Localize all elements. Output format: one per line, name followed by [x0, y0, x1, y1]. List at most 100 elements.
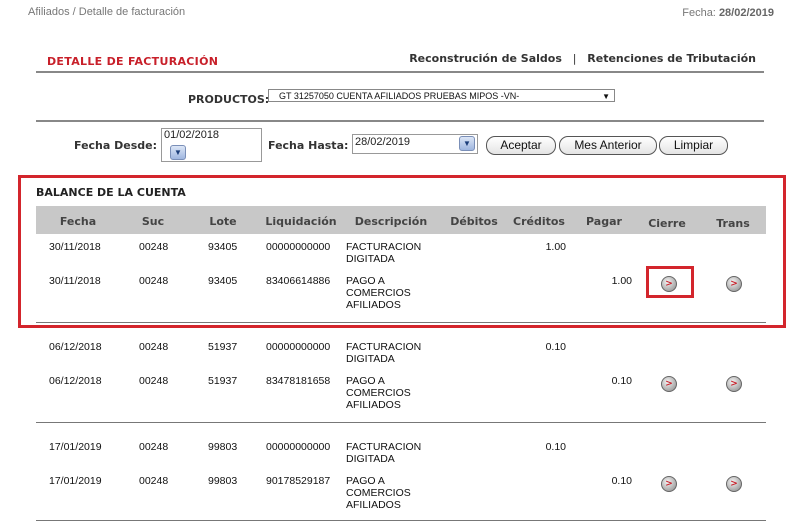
descripcion-line: COMERCIOS [346, 287, 411, 299]
top-links: Reconstrución de Saldos | Retenciones de… [409, 52, 756, 65]
cell-lote: 93405 [208, 275, 238, 287]
descripcion-line: DIGITADA [346, 453, 395, 465]
descripcion-line: PAGO A [346, 275, 385, 287]
descripcion-line: PAGO A [346, 475, 385, 487]
cell-descripcion: FACTURACION DIGITADA [346, 241, 436, 265]
chevron-down-icon: ▼ [602, 92, 610, 101]
fecha-desde-field[interactable]: 01/02/2018 ▼ [161, 128, 262, 162]
title-divider [36, 71, 764, 73]
cell-pagar: 0.10 [611, 375, 632, 387]
retenciones-tributacion-link[interactable]: Retenciones de Tributación [587, 52, 756, 65]
cell-lote: 99803 [208, 475, 238, 487]
chevron-down-icon: ▼ [174, 148, 182, 157]
cell-suc: 00248 [139, 375, 169, 387]
cell-fecha: 30/11/2018 [49, 241, 101, 253]
col-cierre: Cierre [648, 217, 686, 230]
cell-suc: 00248 [139, 341, 169, 353]
cell-suc: 00248 [139, 475, 169, 487]
cell-creditos: 1.00 [545, 241, 566, 253]
trans-button[interactable]: > [726, 476, 742, 492]
aceptar-button[interactable]: Aceptar [486, 136, 556, 155]
col-pagar: Pagar [586, 215, 622, 228]
row-separator [36, 322, 766, 323]
cell-fecha: 17/01/2019 [49, 441, 102, 453]
descripcion-line: COMERCIOS [346, 387, 411, 399]
cell-lote: 51937 [208, 341, 238, 353]
cell-fecha: 06/12/2018 [49, 341, 102, 353]
breadcrumb: Afiliados / Detalle de facturación [28, 6, 186, 18]
productos-label: PRODUCTOS: [188, 93, 270, 106]
cell-descripcion: FACTURACION DIGITADA [346, 341, 436, 365]
col-fecha: Fecha [59, 215, 97, 228]
row-separator [36, 520, 766, 521]
descripcion-line: DIGITADA [346, 353, 395, 365]
cell-fecha: 30/11/2018 [49, 275, 101, 287]
descripcion-line: DIGITADA [346, 253, 395, 265]
cell-liquidacion: 00000000000 [266, 241, 331, 253]
cell-pagar: 1.00 [611, 275, 632, 287]
productos-divider [36, 120, 764, 122]
fecha-hasta-dropdown-button[interactable]: ▼ [459, 136, 475, 151]
cierre-highlight-frame [646, 266, 694, 298]
cell-lote: 93405 [208, 241, 238, 253]
cell-creditos: 0.10 [545, 441, 566, 453]
trans-button[interactable]: > [726, 276, 742, 292]
reconstruccion-saldos-link[interactable]: Reconstrución de Saldos [409, 52, 562, 65]
descripcion-line: FACTURACION [346, 341, 422, 353]
descripcion-line: AFILIADOS [346, 499, 401, 511]
cell-pagar: 0.10 [611, 475, 632, 487]
cell-suc: 00248 [139, 241, 169, 253]
row-separator [36, 422, 766, 423]
descripcion-line: FACTURACION [346, 241, 422, 253]
fecha-hasta-label: Fecha Hasta: [268, 139, 349, 152]
page-title: DETALLE DE FACTURACIÓN [47, 55, 219, 68]
cell-fecha: 17/01/2019 [49, 475, 102, 487]
col-trans: Trans [716, 217, 750, 230]
cell-suc: 00248 [139, 275, 169, 287]
balance-title: BALANCE DE LA CUENTA [36, 186, 186, 199]
descripcion-line: AFILIADOS [346, 399, 401, 411]
col-descripcion: Descripción [354, 215, 428, 228]
descripcion-line: PAGO A [346, 375, 385, 387]
cell-fecha: 06/12/2018 [49, 375, 102, 387]
descripcion-line: COMERCIOS [346, 487, 411, 499]
fecha-desde-label: Fecha Desde: [74, 139, 158, 152]
col-creditos: Créditos [513, 215, 565, 228]
col-lote: Lote [209, 215, 237, 228]
cell-descripcion: FACTURACION DIGITADA [346, 441, 436, 465]
cell-suc: 00248 [139, 441, 169, 453]
col-suc: Suc [141, 215, 165, 228]
cell-creditos: 0.10 [545, 341, 566, 353]
fecha-hasta-field[interactable]: 28/02/2019 ▼ [352, 134, 478, 154]
cierre-button[interactable]: > [661, 476, 677, 492]
current-date-value: 28/02/2019 [718, 7, 774, 19]
cell-descripcion: PAGO A COMERCIOS AFILIADOS [346, 375, 436, 411]
chevron-down-icon: ▼ [463, 139, 471, 148]
col-liquidacion: Liquidación [265, 215, 337, 228]
cell-liquidacion: 83478181658 [266, 375, 331, 387]
cierre-button[interactable]: > [661, 376, 677, 392]
fecha-desde-value: 01/02/2018 [164, 129, 220, 141]
cell-lote: 99803 [208, 441, 238, 453]
fecha-hasta-value: 28/02/2019 [355, 136, 411, 148]
cell-lote: 51937 [208, 375, 238, 387]
trans-button[interactable]: > [726, 376, 742, 392]
mes-anterior-button[interactable]: Mes Anterior [559, 136, 657, 155]
cell-liquidacion: 00000000000 [266, 341, 331, 353]
link-separator: | [572, 52, 577, 65]
productos-select-value: GT 31257050 CUENTA AFILIADOS PRUEBAS MIP… [279, 91, 520, 101]
table-header: Fecha Suc Lote Liquidación Descripción D… [36, 206, 766, 234]
fecha-desde-dropdown-button[interactable]: ▼ [170, 145, 186, 160]
descripcion-line: FACTURACION [346, 441, 422, 453]
current-date-label: Fecha: [682, 7, 716, 19]
cell-liquidacion: 90178529187 [266, 475, 331, 487]
current-date: Fecha: 28/02/2019 [682, 7, 774, 19]
cell-liquidacion: 00000000000 [266, 441, 331, 453]
cell-liquidacion: 83406614886 [266, 275, 331, 287]
productos-select[interactable]: GT 31257050 CUENTA AFILIADOS PRUEBAS MIP… [268, 89, 615, 102]
col-debitos: Débitos [450, 215, 498, 228]
cell-descripcion: PAGO A COMERCIOS AFILIADOS [346, 275, 436, 311]
cell-descripcion: PAGO A COMERCIOS AFILIADOS [346, 475, 436, 511]
limpiar-button[interactable]: Limpiar [659, 136, 728, 155]
descripcion-line: AFILIADOS [346, 299, 401, 311]
